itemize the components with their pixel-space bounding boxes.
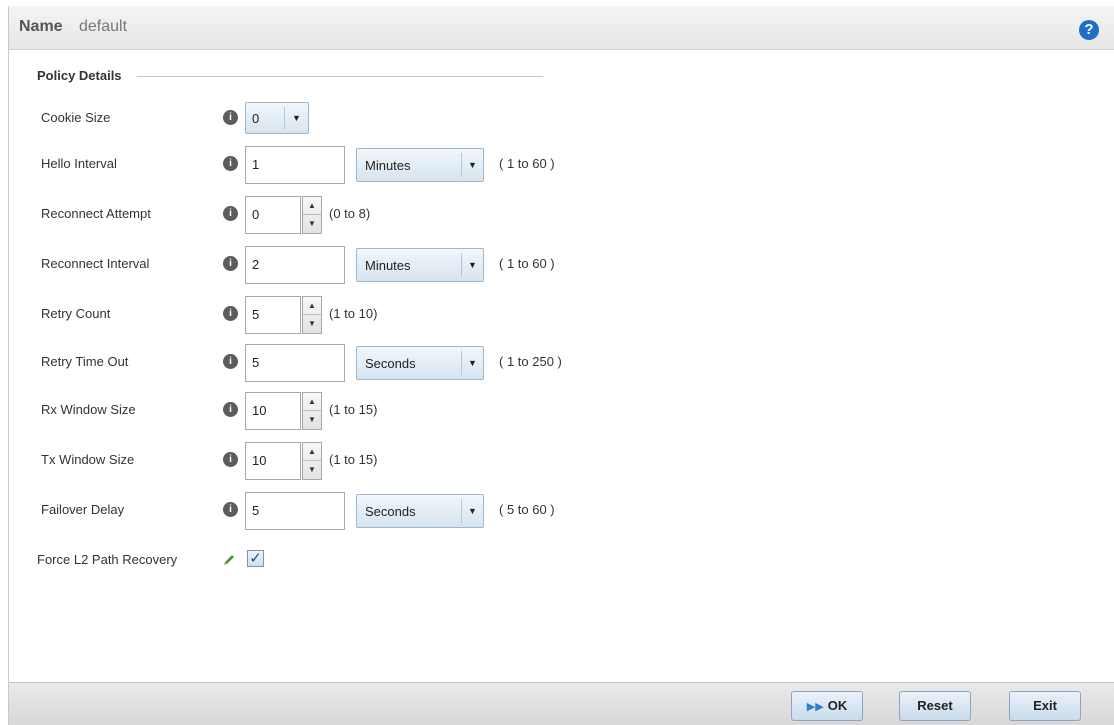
rx-window-size-stepper[interactable]: ▲ ▼ [302, 392, 322, 430]
retry-time-out-range: ( 1 to 250 ) [499, 354, 562, 369]
failover-delay-unit-select[interactable]: Seconds ▼ [356, 494, 484, 528]
rx-window-size-range: (1 to 15) [329, 402, 378, 417]
failover-delay-range: ( 5 to 60 ) [499, 502, 555, 517]
forward-arrow-icon: ▶▶ [806, 701, 824, 713]
reconnect-interval-unit: Minutes [365, 258, 411, 273]
tx-window-size-range: (1 to 15) [329, 452, 378, 467]
stepper-down-icon[interactable]: ▼ [303, 461, 321, 479]
stepper-down-icon[interactable]: ▼ [303, 411, 321, 429]
ok-label: OK [827, 698, 848, 713]
name-label: Name [19, 18, 63, 35]
row-hello-interval: Hello Interval i 1 Minutes ▼ ( 1 to 60 ) [9, 144, 909, 184]
cookie-size-label: Cookie Size [41, 110, 111, 125]
chevron-down-icon: ▼ [284, 107, 308, 129]
hello-interval-unit-select[interactable]: Minutes ▼ [356, 148, 484, 182]
section-divider [137, 76, 543, 77]
row-cookie-size: Cookie Size i 0 ▼ [9, 98, 909, 138]
help-icon[interactable]: ? [1079, 20, 1099, 40]
tx-window-size-label: Tx Window Size [41, 452, 135, 467]
header-bar: Name default ? [9, 6, 1114, 50]
cookie-size-value: 0 [252, 111, 260, 126]
row-retry-time-out: Retry Time Out i 5 Seconds ▼ ( 1 to 250 … [9, 342, 909, 382]
reconnect-interval-label: Reconnect Interval [41, 256, 150, 271]
policy-dialog: Name default ? Policy Details Cookie Siz… [8, 6, 1114, 725]
hello-interval-label: Hello Interval [41, 156, 117, 171]
stepper-up-icon[interactable]: ▲ [303, 197, 321, 215]
failover-delay-unit: Seconds [365, 504, 416, 519]
rx-window-size-input[interactable]: 10 [245, 392, 301, 430]
info-icon[interactable]: i [223, 502, 238, 517]
chevron-down-icon: ▼ [461, 153, 483, 177]
chevron-down-icon: ▼ [461, 351, 483, 375]
info-icon[interactable]: i [223, 256, 238, 271]
retry-count-range: (1 to 10) [329, 306, 378, 321]
reset-button[interactable]: Reset [899, 691, 971, 721]
rx-window-size-label: Rx Window Size [41, 402, 136, 417]
cookie-size-select[interactable]: 0 ▼ [245, 102, 309, 134]
exit-button[interactable]: Exit [1009, 691, 1081, 721]
retry-time-out-input[interactable]: 5 [245, 344, 345, 382]
hello-interval-unit: Minutes [365, 158, 411, 173]
reconnect-interval-range: ( 1 to 60 ) [499, 256, 555, 271]
retry-time-out-label: Retry Time Out [41, 354, 129, 369]
info-icon[interactable]: i [223, 110, 238, 125]
stepper-up-icon[interactable]: ▲ [303, 393, 321, 411]
reconnect-attempt-stepper[interactable]: ▲ ▼ [302, 196, 322, 234]
name-value: default [79, 18, 128, 35]
info-icon[interactable]: i [223, 206, 238, 221]
stepper-up-icon[interactable]: ▲ [303, 443, 321, 461]
stepper-up-icon[interactable]: ▲ [303, 297, 321, 315]
row-rx-window-size: Rx Window Size i 10 ▲ ▼ (1 to 15) [9, 390, 909, 430]
retry-count-input[interactable]: 5 [245, 296, 301, 334]
chevron-down-icon: ▼ [461, 253, 483, 277]
reconnect-interval-input[interactable]: 2 [245, 246, 345, 284]
force-l2-path-recovery-label: Force L2 Path Recovery [37, 552, 178, 567]
info-icon[interactable]: i [223, 402, 238, 417]
reconnect-interval-unit-select[interactable]: Minutes ▼ [356, 248, 484, 282]
footer-bar: ▶▶ OK Reset Exit [9, 682, 1114, 725]
ok-button[interactable]: ▶▶ OK [791, 691, 863, 721]
stepper-down-icon[interactable]: ▼ [303, 315, 321, 333]
retry-count-label: Retry Count [41, 306, 111, 321]
row-reconnect-interval: Reconnect Interval i 2 Minutes ▼ ( 1 to … [9, 244, 909, 284]
chevron-down-icon: ▼ [461, 499, 483, 523]
row-reconnect-attempt: Reconnect Attempt i 0 ▲ ▼ (0 to 8) [9, 194, 909, 234]
reconnect-attempt-range: (0 to 8) [329, 206, 371, 221]
tx-window-size-stepper[interactable]: ▲ ▼ [302, 442, 322, 480]
pencil-icon [224, 555, 234, 565]
failover-delay-label: Failover Delay [41, 502, 125, 517]
stepper-down-icon[interactable]: ▼ [303, 215, 321, 233]
info-icon[interactable]: i [223, 354, 238, 369]
hello-interval-input[interactable]: 1 [245, 146, 345, 184]
tx-window-size-input[interactable]: 10 [245, 442, 301, 480]
reconnect-attempt-label: Reconnect Attempt [41, 206, 151, 221]
row-tx-window-size: Tx Window Size i 10 ▲ ▼ (1 to 15) [9, 440, 909, 480]
reconnect-attempt-input[interactable]: 0 [245, 196, 301, 234]
section-title: Policy Details [37, 68, 122, 83]
retry-time-out-unit: Seconds [365, 356, 416, 371]
retry-count-stepper[interactable]: ▲ ▼ [302, 296, 322, 334]
info-icon[interactable]: i [223, 452, 238, 467]
row-failover-delay: Failover Delay i 5 Seconds ▼ ( 5 to 60 ) [9, 490, 909, 530]
hello-interval-range: ( 1 to 60 ) [499, 156, 555, 171]
force-l2-path-recovery-checkbox[interactable]: ✓ [247, 550, 264, 567]
failover-delay-input[interactable]: 5 [245, 492, 345, 530]
row-force-l2-path-recovery: Force L2 Path Recovery ✓ [9, 540, 909, 580]
info-icon[interactable]: i [223, 306, 238, 321]
info-icon[interactable]: i [223, 156, 238, 171]
retry-time-out-unit-select[interactable]: Seconds ▼ [356, 346, 484, 380]
row-retry-count: Retry Count i 5 ▲ ▼ (1 to 10) [9, 294, 909, 334]
